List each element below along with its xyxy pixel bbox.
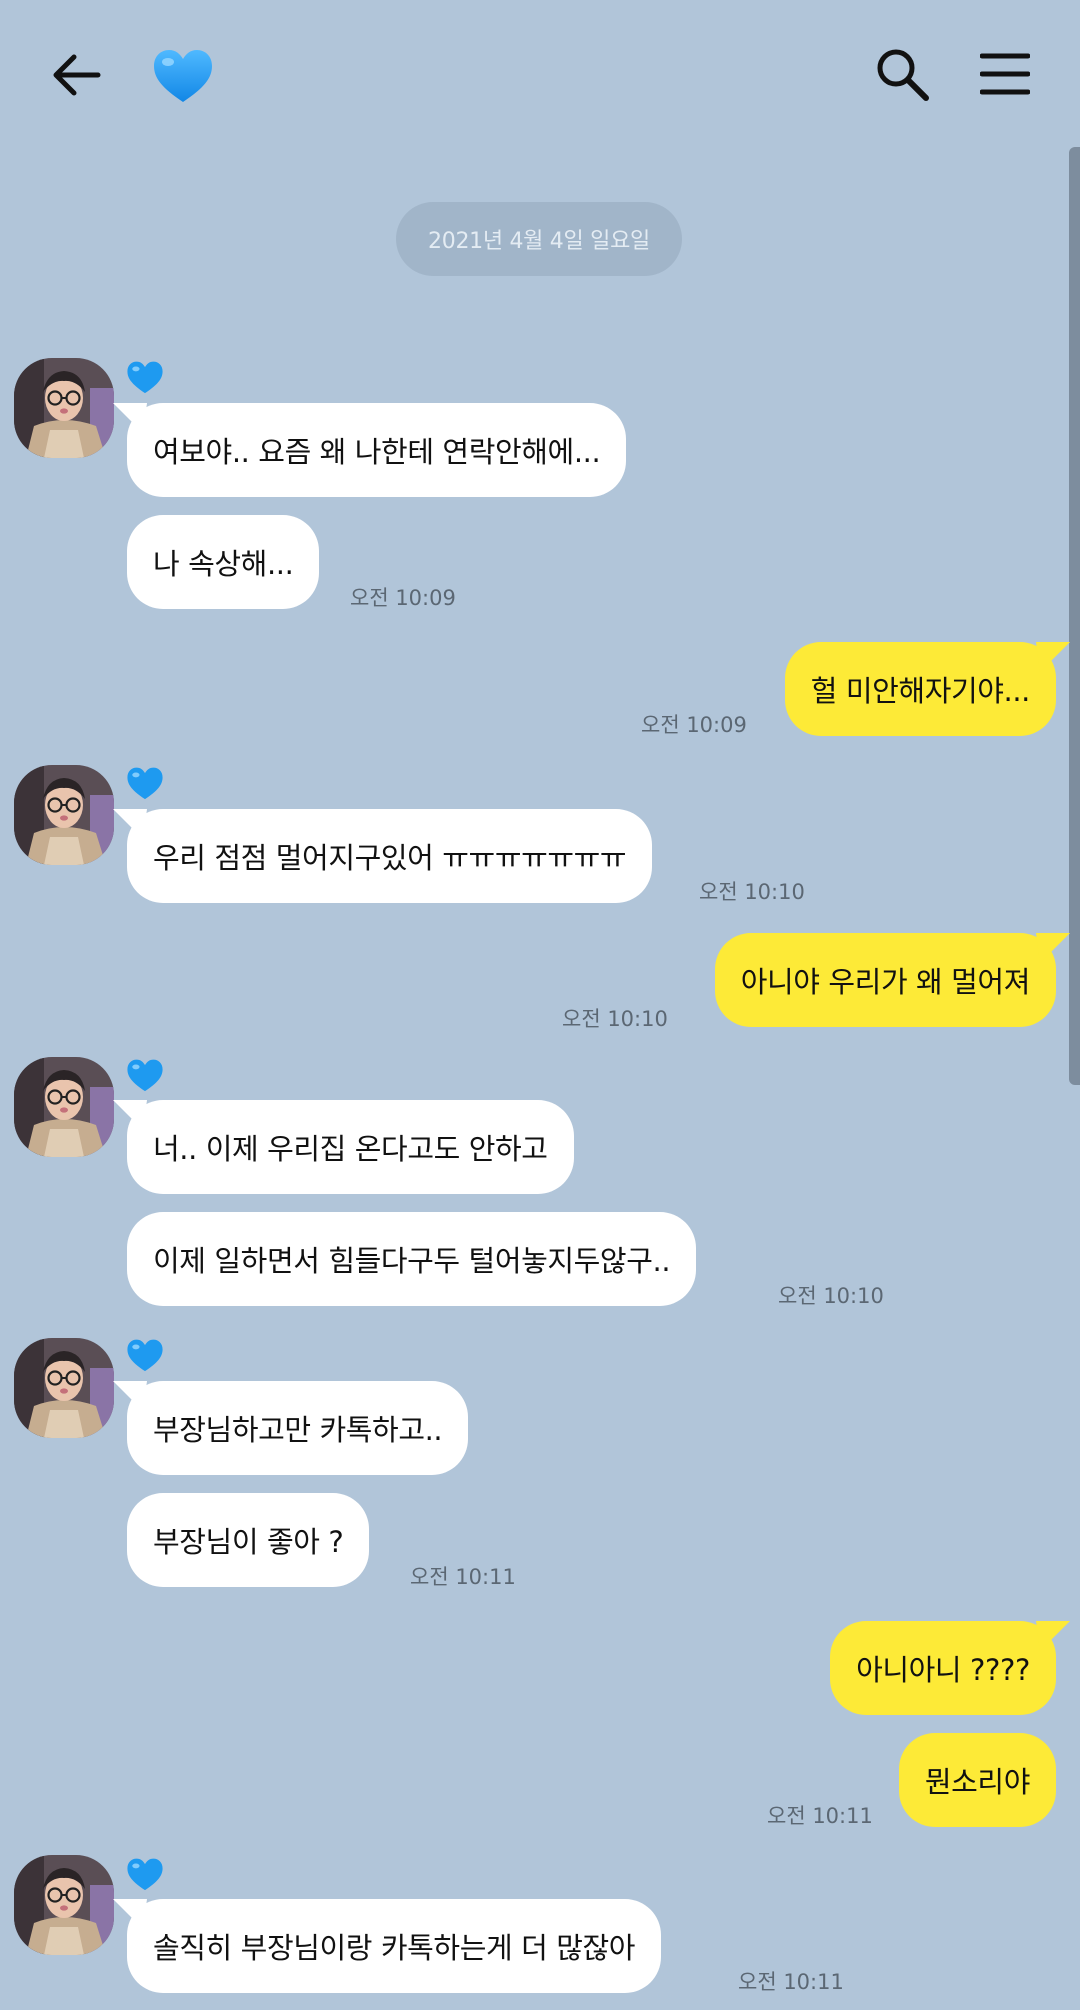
message-time: 오전 10:09 [641, 713, 747, 737]
bubble-tail [1036, 642, 1070, 672]
outgoing-message[interactable]: 아니야 우리가 왜 멀어져 [714, 933, 1070, 1027]
avatar[interactable] [14, 358, 114, 458]
bubble-tail [113, 1381, 147, 1411]
bubble-tail [1036, 933, 1070, 963]
sender-name-heart-icon [125, 1855, 165, 1895]
message-text: 아니아니 ???? [856, 1653, 1030, 1687]
bubble-tail [1036, 1621, 1070, 1651]
date-divider: 2021년 4월 4일 일요일 [396, 202, 682, 276]
outgoing-message[interactable]: 아니아니 ???? [830, 1621, 1070, 1715]
hamburger-menu-icon[interactable] [979, 50, 1031, 100]
message-time: 오전 10:11 [410, 1565, 516, 1589]
incoming-message[interactable]: 우리 점점 멀어지구있어 ㅠㅠㅠㅠㅠㅠㅠ [113, 809, 653, 903]
incoming-message[interactable]: 나 속상해... [127, 515, 320, 609]
avatar[interactable] [14, 1855, 114, 1955]
outgoing-message[interactable]: 헐 미안해자기야... [784, 642, 1070, 736]
chat-title-heart-icon [150, 44, 216, 110]
bubble-tail [113, 809, 147, 839]
search-icon[interactable] [872, 44, 932, 104]
message-time: 오전 10:09 [350, 586, 456, 610]
chat-header [0, 0, 1080, 150]
message-text: 나 속상해... [153, 547, 294, 581]
incoming-message[interactable]: 이제 일하면서 힘들다구두 털어놓지두않구.. [127, 1212, 697, 1306]
sender-name-heart-icon [125, 1336, 165, 1376]
sender-name-heart-icon [125, 1056, 165, 1096]
avatar[interactable] [14, 1057, 114, 1157]
incoming-message[interactable]: 너.. 이제 우리집 온다고도 안하고 [113, 1100, 574, 1194]
scrollbar[interactable] [1069, 147, 1080, 1085]
message-text: 헐 미안해자기야... [810, 674, 1031, 708]
back-arrow-icon[interactable] [46, 44, 108, 106]
message-text: 뭔소리야 [924, 1765, 1031, 1799]
message-time: 오전 10:11 [767, 1804, 873, 1828]
avatar[interactable] [14, 1338, 114, 1438]
message-time: 오전 10:10 [562, 1007, 668, 1031]
message-text: 이제 일하면서 힘들다구두 털어놓지두않구.. [153, 1244, 671, 1278]
message-text: 우리 점점 멀어지구있어 ㅠㅠㅠㅠㅠㅠㅠ [153, 841, 627, 875]
bubble-tail [113, 1100, 147, 1130]
message-text: 너.. 이제 우리집 온다고도 안하고 [153, 1132, 548, 1166]
message-time: 오전 10:11 [738, 1970, 844, 1994]
message-text: 부장님이 좋아 ? [153, 1525, 344, 1559]
bubble-tail [113, 1899, 147, 1929]
message-time: 오전 10:10 [778, 1284, 884, 1308]
incoming-message[interactable]: 부장님이 좋아 ? [127, 1493, 370, 1587]
message-text: 솔직히 부장님이랑 카톡하는게 더 많잖아 [153, 1931, 636, 1965]
incoming-message[interactable]: 여보야.. 요즘 왜 나한테 연락안해에... [113, 403, 627, 497]
avatar[interactable] [14, 765, 114, 865]
message-text: 부장님하고만 카톡하고.. [153, 1413, 443, 1447]
sender-name-heart-icon [125, 358, 165, 398]
message-text: 여보야.. 요즘 왜 나한테 연락안해에... [153, 435, 601, 469]
message-time: 오전 10:10 [699, 880, 805, 904]
bubble-tail [113, 403, 147, 433]
sender-name-heart-icon [125, 764, 165, 804]
incoming-message[interactable]: 부장님하고만 카톡하고.. [113, 1381, 469, 1475]
incoming-message[interactable]: 솔직히 부장님이랑 카톡하는게 더 많잖아 [113, 1899, 662, 1993]
outgoing-message[interactable]: 뭔소리야 [898, 1733, 1056, 1827]
chat-screen: 2021년 4월 4일 일요일 여보야.. 요즘 왜 나한테 연락안해에... … [0, 0, 1080, 2010]
message-text: 아니야 우리가 왜 멀어져 [740, 965, 1031, 999]
